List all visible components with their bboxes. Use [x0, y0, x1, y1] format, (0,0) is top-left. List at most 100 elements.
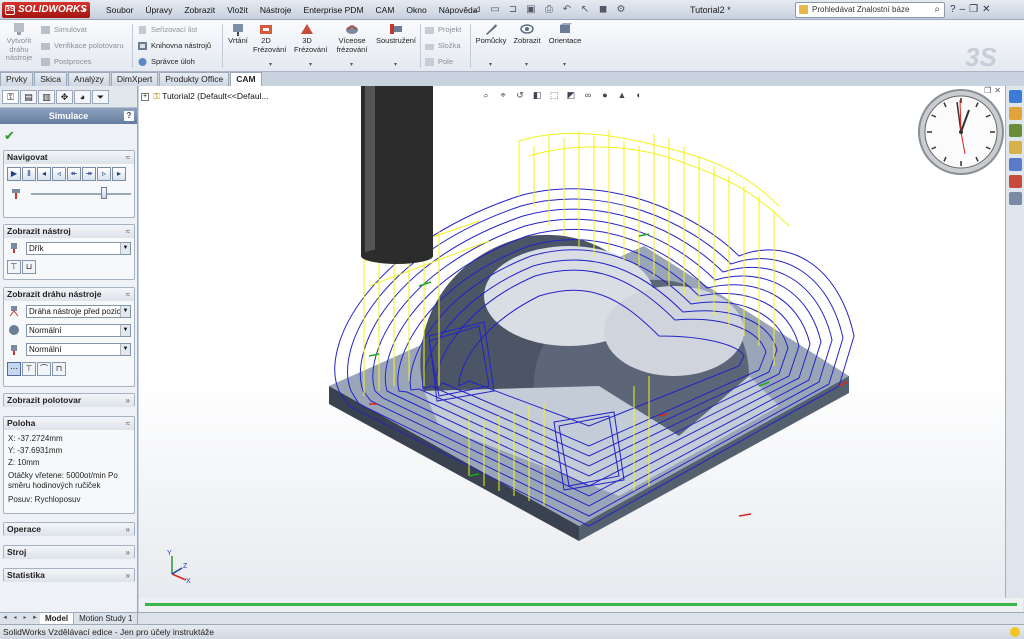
utilities-button[interactable]: Pomůcky	[474, 22, 508, 46]
orientation-button[interactable]: Orientace	[546, 22, 584, 46]
tab-analyzy[interactable]: Analýzy	[68, 72, 110, 86]
statistics-header[interactable]: Statistika»	[4, 569, 134, 582]
first-tab-icon[interactable]: ◄	[0, 613, 10, 624]
view-orientation-icon[interactable]: ⬚	[547, 88, 561, 102]
property-manager-tab-icon[interactable]: ▤	[20, 90, 37, 104]
2d-milling-button[interactable]: 2D Frézování	[253, 22, 286, 54]
home-icon[interactable]	[1008, 107, 1022, 120]
chevron-down-icon[interactable]: ▾	[489, 61, 492, 68]
ok-checkmark-icon[interactable]: ✔	[4, 128, 15, 144]
slider-thumb[interactable]	[101, 187, 107, 199]
solidworks-resources-icon[interactable]	[1008, 90, 1022, 103]
chevron-down-icon[interactable]: ▾	[394, 61, 397, 68]
view-palette-icon[interactable]	[1008, 158, 1022, 171]
display-mode-select-2[interactable]: Normální ▼	[26, 343, 131, 356]
setup-sheet-button[interactable]: Seřizovací list	[137, 25, 197, 35]
show-stock-header[interactable]: Zobrazit polotovar»	[4, 394, 134, 407]
toolpath-all-icon[interactable]: ⋯	[7, 362, 21, 376]
rewind-icon[interactable]: ◃	[52, 167, 66, 181]
hide-show-items-icon[interactable]: ∞	[581, 88, 595, 102]
new-document-icon[interactable]: ▭	[488, 3, 502, 17]
menu-nastroje[interactable]: Nástroje	[254, 0, 298, 20]
next-tab-icon[interactable]: ▸	[20, 613, 30, 624]
undo-icon[interactable]: ↶	[560, 3, 574, 17]
tab-produkty-office[interactable]: Produkty Office	[159, 72, 230, 86]
feature-tree-root[interactable]: + ⚿ Tutorial2 (Default<<Defaul...	[141, 91, 269, 102]
menu-cam[interactable]: CAM	[370, 0, 401, 20]
menu-soubor[interactable]: Soubor	[100, 0, 139, 20]
tool-shank-icon[interactable]: ⊤	[7, 260, 21, 274]
last-tab-icon[interactable]: ►	[30, 613, 40, 624]
apply-scene-icon[interactable]: ▲	[615, 88, 629, 102]
multiaxis-milling-button[interactable]: Víceose frézování	[334, 22, 370, 54]
appearance-tab-icon[interactable]: ◕	[74, 90, 91, 104]
menu-enterprise-pdm[interactable]: Enterprise PDM	[298, 0, 370, 20]
show-toolpath-header[interactable]: Zobrazit dráhu nástroje ≈	[4, 288, 134, 301]
turning-button[interactable]: Soustružení	[374, 22, 418, 46]
next-operation-icon[interactable]: ↠	[82, 167, 96, 181]
close-icon[interactable]: ✕	[982, 0, 990, 20]
speed-slider[interactable]	[7, 185, 131, 203]
save-icon[interactable]: ▣	[524, 3, 538, 17]
custom-properties-icon[interactable]	[1008, 192, 1022, 205]
simulate-button[interactable]: Simulovat	[40, 25, 87, 35]
toolpath-holder-icon[interactable]: ⊓	[52, 362, 66, 376]
help-icon[interactable]: ?	[950, 0, 956, 20]
zoom-to-fit-icon[interactable]: ⌕	[479, 88, 493, 102]
chevron-down-icon[interactable]: ▾	[269, 61, 272, 68]
restore-icon[interactable]: ❐	[969, 0, 978, 20]
3d-milling-button[interactable]: 3D Frézování	[294, 22, 327, 54]
zoom-to-area-icon[interactable]: ⌖	[496, 88, 510, 102]
chevron-down-icon[interactable]: ▾	[525, 61, 528, 68]
search-icon[interactable]: ⌕	[934, 3, 940, 17]
display-style-icon[interactable]: ◩	[564, 88, 578, 102]
tab-model[interactable]: Model	[40, 613, 75, 624]
file-explorer-icon[interactable]	[1008, 141, 1022, 154]
play-icon[interactable]: ▶	[7, 167, 21, 181]
menu-okno[interactable]: Okno	[400, 0, 432, 20]
tool-shape-select[interactable]: Dřík ▼	[26, 242, 131, 255]
expand-tree-icon[interactable]: +	[141, 92, 149, 101]
open-folder-icon[interactable]: ⊐	[506, 3, 520, 17]
menu-zobrazit[interactable]: Zobrazit	[178, 0, 221, 20]
tab-motion-study[interactable]: Motion Study 1	[74, 613, 139, 624]
previous-operation-icon[interactable]: ↞	[67, 167, 81, 181]
menu-vlozit[interactable]: Vložit	[221, 0, 254, 20]
show-tool-header[interactable]: Zobrazit nástroj ≈	[4, 225, 134, 238]
tab-prvky[interactable]: Prvky	[0, 72, 34, 86]
field-button[interactable]: Pole	[424, 57, 453, 67]
job-manager-button[interactable]: Správce úloh	[137, 57, 195, 67]
simulation-timeline[interactable]	[139, 598, 1023, 612]
print-icon[interactable]: ⎙	[542, 3, 556, 17]
toolpath-tool-icon[interactable]: ⊤	[22, 362, 36, 376]
rebuild-icon[interactable]: ◼	[596, 3, 610, 17]
end-icon[interactable]: ▸	[112, 167, 126, 181]
show-button[interactable]: Zobrazit	[511, 22, 543, 46]
fast-forward-icon[interactable]: ▹	[97, 167, 111, 181]
options-icon[interactable]: ⚙	[614, 3, 628, 17]
machine-header[interactable]: Stroj»	[4, 546, 134, 559]
display-mode-select-1[interactable]: Normální ▼	[26, 324, 131, 337]
tab-cam[interactable]: CAM	[230, 72, 262, 86]
tool-library-button[interactable]: Knihovna nástrojů	[137, 41, 211, 51]
dimxpert-tab-icon[interactable]: ✥	[56, 90, 73, 104]
toolpath-shape-icon[interactable]: ⌒	[37, 362, 51, 376]
toolpath-mode-select[interactable]: Dráha nástroje před pozicí ▼	[26, 305, 131, 318]
minimize-icon[interactable]: –	[960, 0, 966, 20]
chevron-down-icon[interactable]: ▾	[350, 61, 353, 68]
design-library-icon[interactable]	[1008, 124, 1022, 137]
view-settings-icon[interactable]: ◐	[632, 88, 646, 102]
previous-tab-icon[interactable]: ◂	[10, 613, 20, 624]
chevron-down-icon[interactable]: ▾	[563, 61, 566, 68]
drilling-button[interactable]: Vrtání	[226, 22, 250, 46]
pause-icon[interactable]: Ⅱ	[22, 167, 36, 181]
menu-upravy[interactable]: Úpravy	[139, 0, 178, 20]
folder-button[interactable]: Složka	[424, 41, 461, 51]
feature-tree-tab-icon[interactable]: ⚿	[2, 90, 19, 104]
graphics-area[interactable]: + ⚿ Tutorial2 (Default<<Defaul... ⌕ ⌖ ↺ …	[139, 86, 1005, 612]
edit-appearance-icon[interactable]: ●	[598, 88, 612, 102]
navigate-header[interactable]: Navigovat ≈	[4, 151, 134, 164]
chevron-down-icon[interactable]: ▾	[309, 61, 312, 68]
project-button[interactable]: Projekt	[424, 25, 461, 35]
previous-view-icon[interactable]: ↺	[513, 88, 527, 102]
